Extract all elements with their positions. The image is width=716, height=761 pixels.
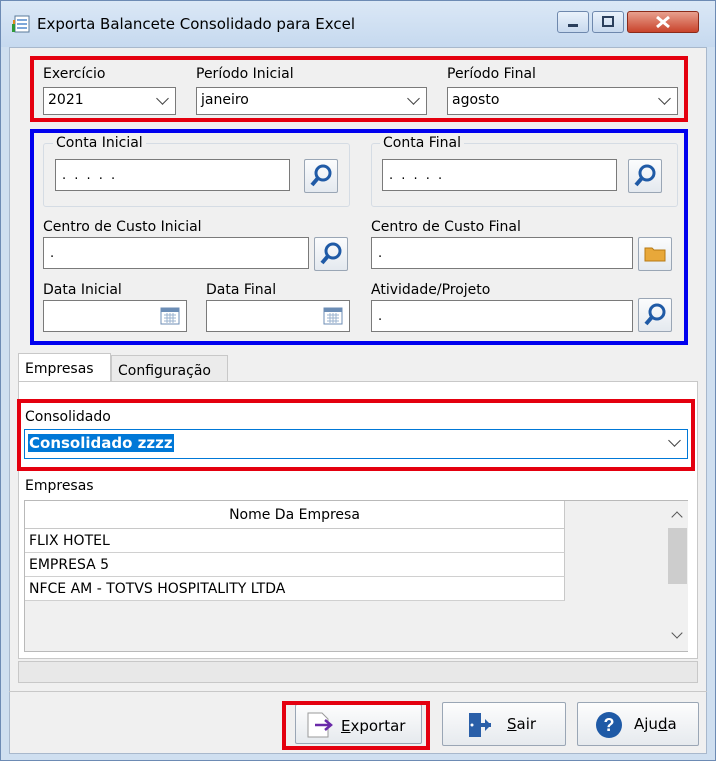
- dialog-window: Exporta Balancete Consolidado para Excel…: [0, 0, 716, 761]
- tab-empresas[interactable]: Empresas: [18, 353, 111, 382]
- filters-highlight-box: [30, 129, 688, 345]
- table-row[interactable]: NFCE AM - TOTVS HOSPITALITY LTDA: [25, 577, 565, 601]
- table-row[interactable]: EMPRESA 5: [25, 553, 565, 577]
- table-row[interactable]: FLIX HOTEL: [25, 529, 565, 553]
- consolidado-highlight-box: [17, 399, 695, 471]
- divider: [9, 691, 707, 692]
- status-bar: [18, 661, 698, 683]
- ajuda-button[interactable]: ? Ajuda: [577, 702, 699, 746]
- close-icon: [656, 15, 670, 29]
- tab-configuracao[interactable]: Configuração: [111, 355, 228, 382]
- empresas-grid: Nome Da Empresa FLIX HOTEL EMPRESA 5 NFC…: [24, 500, 688, 652]
- grid-vertical-scrollbar[interactable]: [667, 501, 688, 651]
- sair-label: air: [516, 715, 537, 733]
- close-button[interactable]: [627, 11, 699, 33]
- sair-accel: S: [507, 715, 517, 733]
- ajuda-label-pre: Aju: [634, 715, 658, 733]
- tab-empresas-label: Empresas: [25, 361, 94, 377]
- maximize-button[interactable]: [592, 11, 624, 33]
- exit-door-icon: [469, 713, 491, 737]
- scroll-down-icon[interactable]: [671, 627, 683, 639]
- scroll-up-icon[interactable]: [671, 511, 683, 523]
- maximize-icon: [602, 16, 614, 27]
- spreadsheet-app-icon: [12, 15, 30, 33]
- svg-text:?: ?: [604, 715, 615, 735]
- title-bar[interactable]: Exporta Balancete Consolidado para Excel: [1, 1, 715, 47]
- column-header-nome-empresa[interactable]: Nome Da Empresa: [25, 501, 565, 529]
- tab-configuracao-label: Configuração: [118, 363, 211, 379]
- exportar-highlight-box: [282, 701, 430, 750]
- scroll-thumb[interactable]: [668, 528, 687, 584]
- sair-button[interactable]: Sair: [442, 702, 566, 746]
- minimize-button[interactable]: [557, 11, 589, 33]
- empresas-label: Empresas: [25, 478, 94, 494]
- ajuda-label-post: a: [667, 715, 677, 733]
- window-title: Exporta Balancete Consolidado para Excel: [37, 15, 356, 33]
- period-highlight-box: [30, 56, 688, 122]
- minimize-icon: [568, 24, 578, 27]
- help-question-icon: ?: [596, 712, 622, 738]
